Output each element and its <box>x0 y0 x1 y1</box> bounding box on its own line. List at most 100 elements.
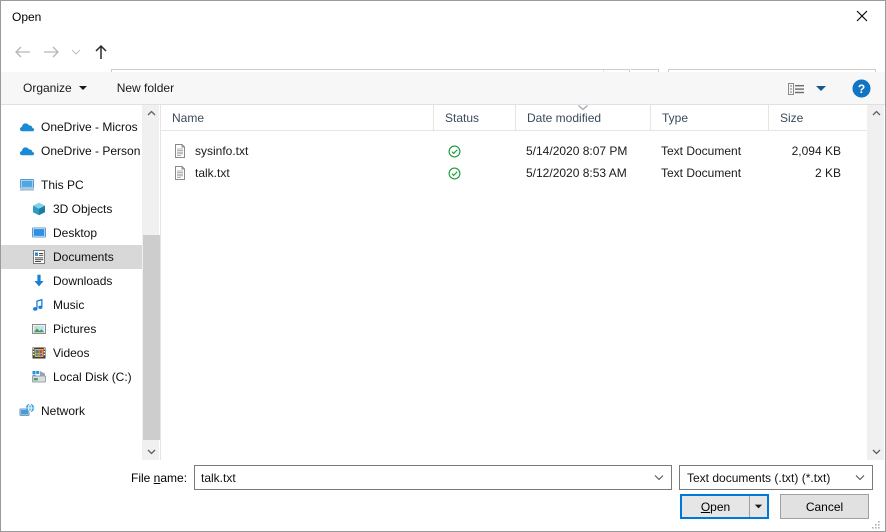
sidebar-item-label: OneDrive - Person <box>41 144 140 158</box>
scroll-down-button[interactable] <box>868 443 885 460</box>
onedrive-icon <box>19 143 35 159</box>
column-header-label: Name <box>172 111 204 125</box>
sidebar-item-videos[interactable]: Videos <box>1 341 142 365</box>
chevron-down-icon <box>147 448 156 455</box>
new-folder-button[interactable]: New folder <box>109 76 182 100</box>
file-name-label-post: ame: <box>160 471 187 485</box>
file-type-filter-select[interactable]: Text documents (.txt) (*.txt) <box>679 465 873 490</box>
table-row[interactable]: talk.txt 5/12/2020 8:53 AM Text Document… <box>161 162 867 184</box>
forward-button[interactable] <box>37 37 65 67</box>
music-icon <box>31 297 47 313</box>
file-name-value[interactable]: talk.txt <box>195 471 647 485</box>
nav-group-spacer <box>1 389 142 399</box>
documents-icon <box>31 249 47 265</box>
sidebar-item-onedrive-personal[interactable]: OneDrive - Person <box>1 139 142 163</box>
column-header-label: Size <box>780 111 803 125</box>
file-name-input[interactable]: talk.txt <box>194 465 672 490</box>
organize-button[interactable]: Organize <box>15 76 95 100</box>
file-type-cell: Text Document <box>650 140 768 162</box>
sidebar-item-documents[interactable]: Documents <box>1 245 142 269</box>
pictures-icon <box>31 321 47 337</box>
text-file-icon <box>172 143 188 159</box>
sidebar-item-label: Pictures <box>53 322 96 336</box>
file-name-cell: sysinfo.txt <box>161 140 433 162</box>
sidebar-item-label: Videos <box>53 346 89 360</box>
open-button[interactable]: Open <box>680 494 769 519</box>
column-headers: Name Status Date modified Type Size <box>161 105 867 131</box>
title-bar: Open <box>1 1 885 32</box>
sidebar-item-label: This PC <box>41 178 84 192</box>
sort-ascending-icon <box>577 104 589 111</box>
scrollbar-thumb[interactable] <box>143 235 160 440</box>
command-bar-right: ? <box>783 72 885 105</box>
open-label-rest: pen <box>710 500 730 514</box>
videos-icon <box>31 345 47 361</box>
file-type-filter-dropdown-button[interactable] <box>848 466 872 489</box>
sidebar-item-local-disk-c[interactable]: Local Disk (C:) <box>1 365 142 389</box>
sidebar-item-label: Downloads <box>53 274 112 288</box>
chevron-down-icon <box>79 86 87 90</box>
scroll-up-button[interactable] <box>143 105 160 122</box>
scroll-up-button[interactable] <box>868 105 885 122</box>
sidebar-item-network[interactable]: Network <box>1 399 142 423</box>
file-name-label-pre: File <box>131 471 154 485</box>
close-button[interactable] <box>839 1 885 31</box>
file-list-scrollbar[interactable] <box>867 105 884 460</box>
open-file-dialog: Open <box>0 0 886 532</box>
column-header-name[interactable]: Name <box>161 105 433 130</box>
sidebar-item-music[interactable]: Music <box>1 293 142 317</box>
sidebar-item-label: Documents <box>53 250 114 264</box>
navigation-bar: › This PC › Documents Search Docum <box>1 32 885 72</box>
column-header-label: Status <box>445 111 479 125</box>
cancel-button[interactable]: Cancel <box>780 494 869 519</box>
sidebar-item-downloads[interactable]: Downloads <box>1 269 142 293</box>
up-button[interactable] <box>87 37 115 67</box>
open-label-accel: O <box>701 500 710 514</box>
help-button[interactable]: ? <box>852 79 871 98</box>
sidebar-item-label: Desktop <box>53 226 97 240</box>
nav-group-spacer <box>1 163 142 173</box>
file-status-cell <box>433 162 515 184</box>
arrow-up-icon <box>92 44 110 61</box>
sidebar-item-desktop[interactable]: Desktop <box>1 221 142 245</box>
chevron-down-icon <box>70 47 82 57</box>
column-header-type[interactable]: Type <box>650 105 768 130</box>
file-type-filter-value: Text documents (.txt) (*.txt) <box>680 471 848 485</box>
open-split-dropdown-button[interactable] <box>750 496 767 517</box>
main-content: OneDrive - Micros OneDrive - Person <box>1 105 885 460</box>
column-header-size[interactable]: Size <box>768 105 852 130</box>
sync-complete-icon <box>448 145 461 158</box>
organize-label: Organize <box>23 81 72 95</box>
resize-grip[interactable] <box>870 517 882 529</box>
sidebar-item-label: 3D Objects <box>53 202 112 216</box>
column-header-status[interactable]: Status <box>433 105 515 130</box>
list-top-spacer <box>161 131 867 140</box>
file-name-label: sysinfo.txt <box>195 144 248 158</box>
file-date-cell: 5/14/2020 8:07 PM <box>515 140 650 162</box>
downloads-icon <box>31 273 47 289</box>
3d-objects-icon <box>31 201 47 217</box>
file-name-dropdown-button[interactable] <box>647 466 671 489</box>
help-icon: ? <box>852 79 871 98</box>
chevron-down-icon <box>653 473 665 482</box>
sidebar-item-this-pc[interactable]: This PC <box>1 173 142 197</box>
back-button[interactable] <box>9 37 37 67</box>
recent-locations-button[interactable] <box>65 37 87 67</box>
table-row[interactable]: sysinfo.txt 5/14/2020 8:07 PM Text Docum… <box>161 140 867 162</box>
file-name-label: File name: <box>131 471 187 485</box>
column-header-date-modified[interactable]: Date modified <box>515 105 650 130</box>
view-options-button[interactable] <box>783 77 830 101</box>
chevron-down-icon <box>854 473 866 482</box>
sidebar-item-onedrive-microsoft[interactable]: OneDrive - Micros <box>1 115 142 139</box>
open-button-main[interactable]: Open <box>682 496 750 517</box>
chevron-down-icon <box>816 86 826 91</box>
arrow-left-icon <box>13 44 33 60</box>
sidebar-item-pictures[interactable]: Pictures <box>1 317 142 341</box>
sidebar-item-3d-objects[interactable]: 3D Objects <box>1 197 142 221</box>
file-name-label: talk.txt <box>195 166 230 180</box>
file-size-cell: 2 KB <box>768 162 852 184</box>
scroll-down-button[interactable] <box>143 443 160 460</box>
navigation-pane-scrollbar[interactable] <box>142 105 159 460</box>
local-disk-icon <box>31 369 47 385</box>
sidebar-item-label: Music <box>53 298 84 312</box>
